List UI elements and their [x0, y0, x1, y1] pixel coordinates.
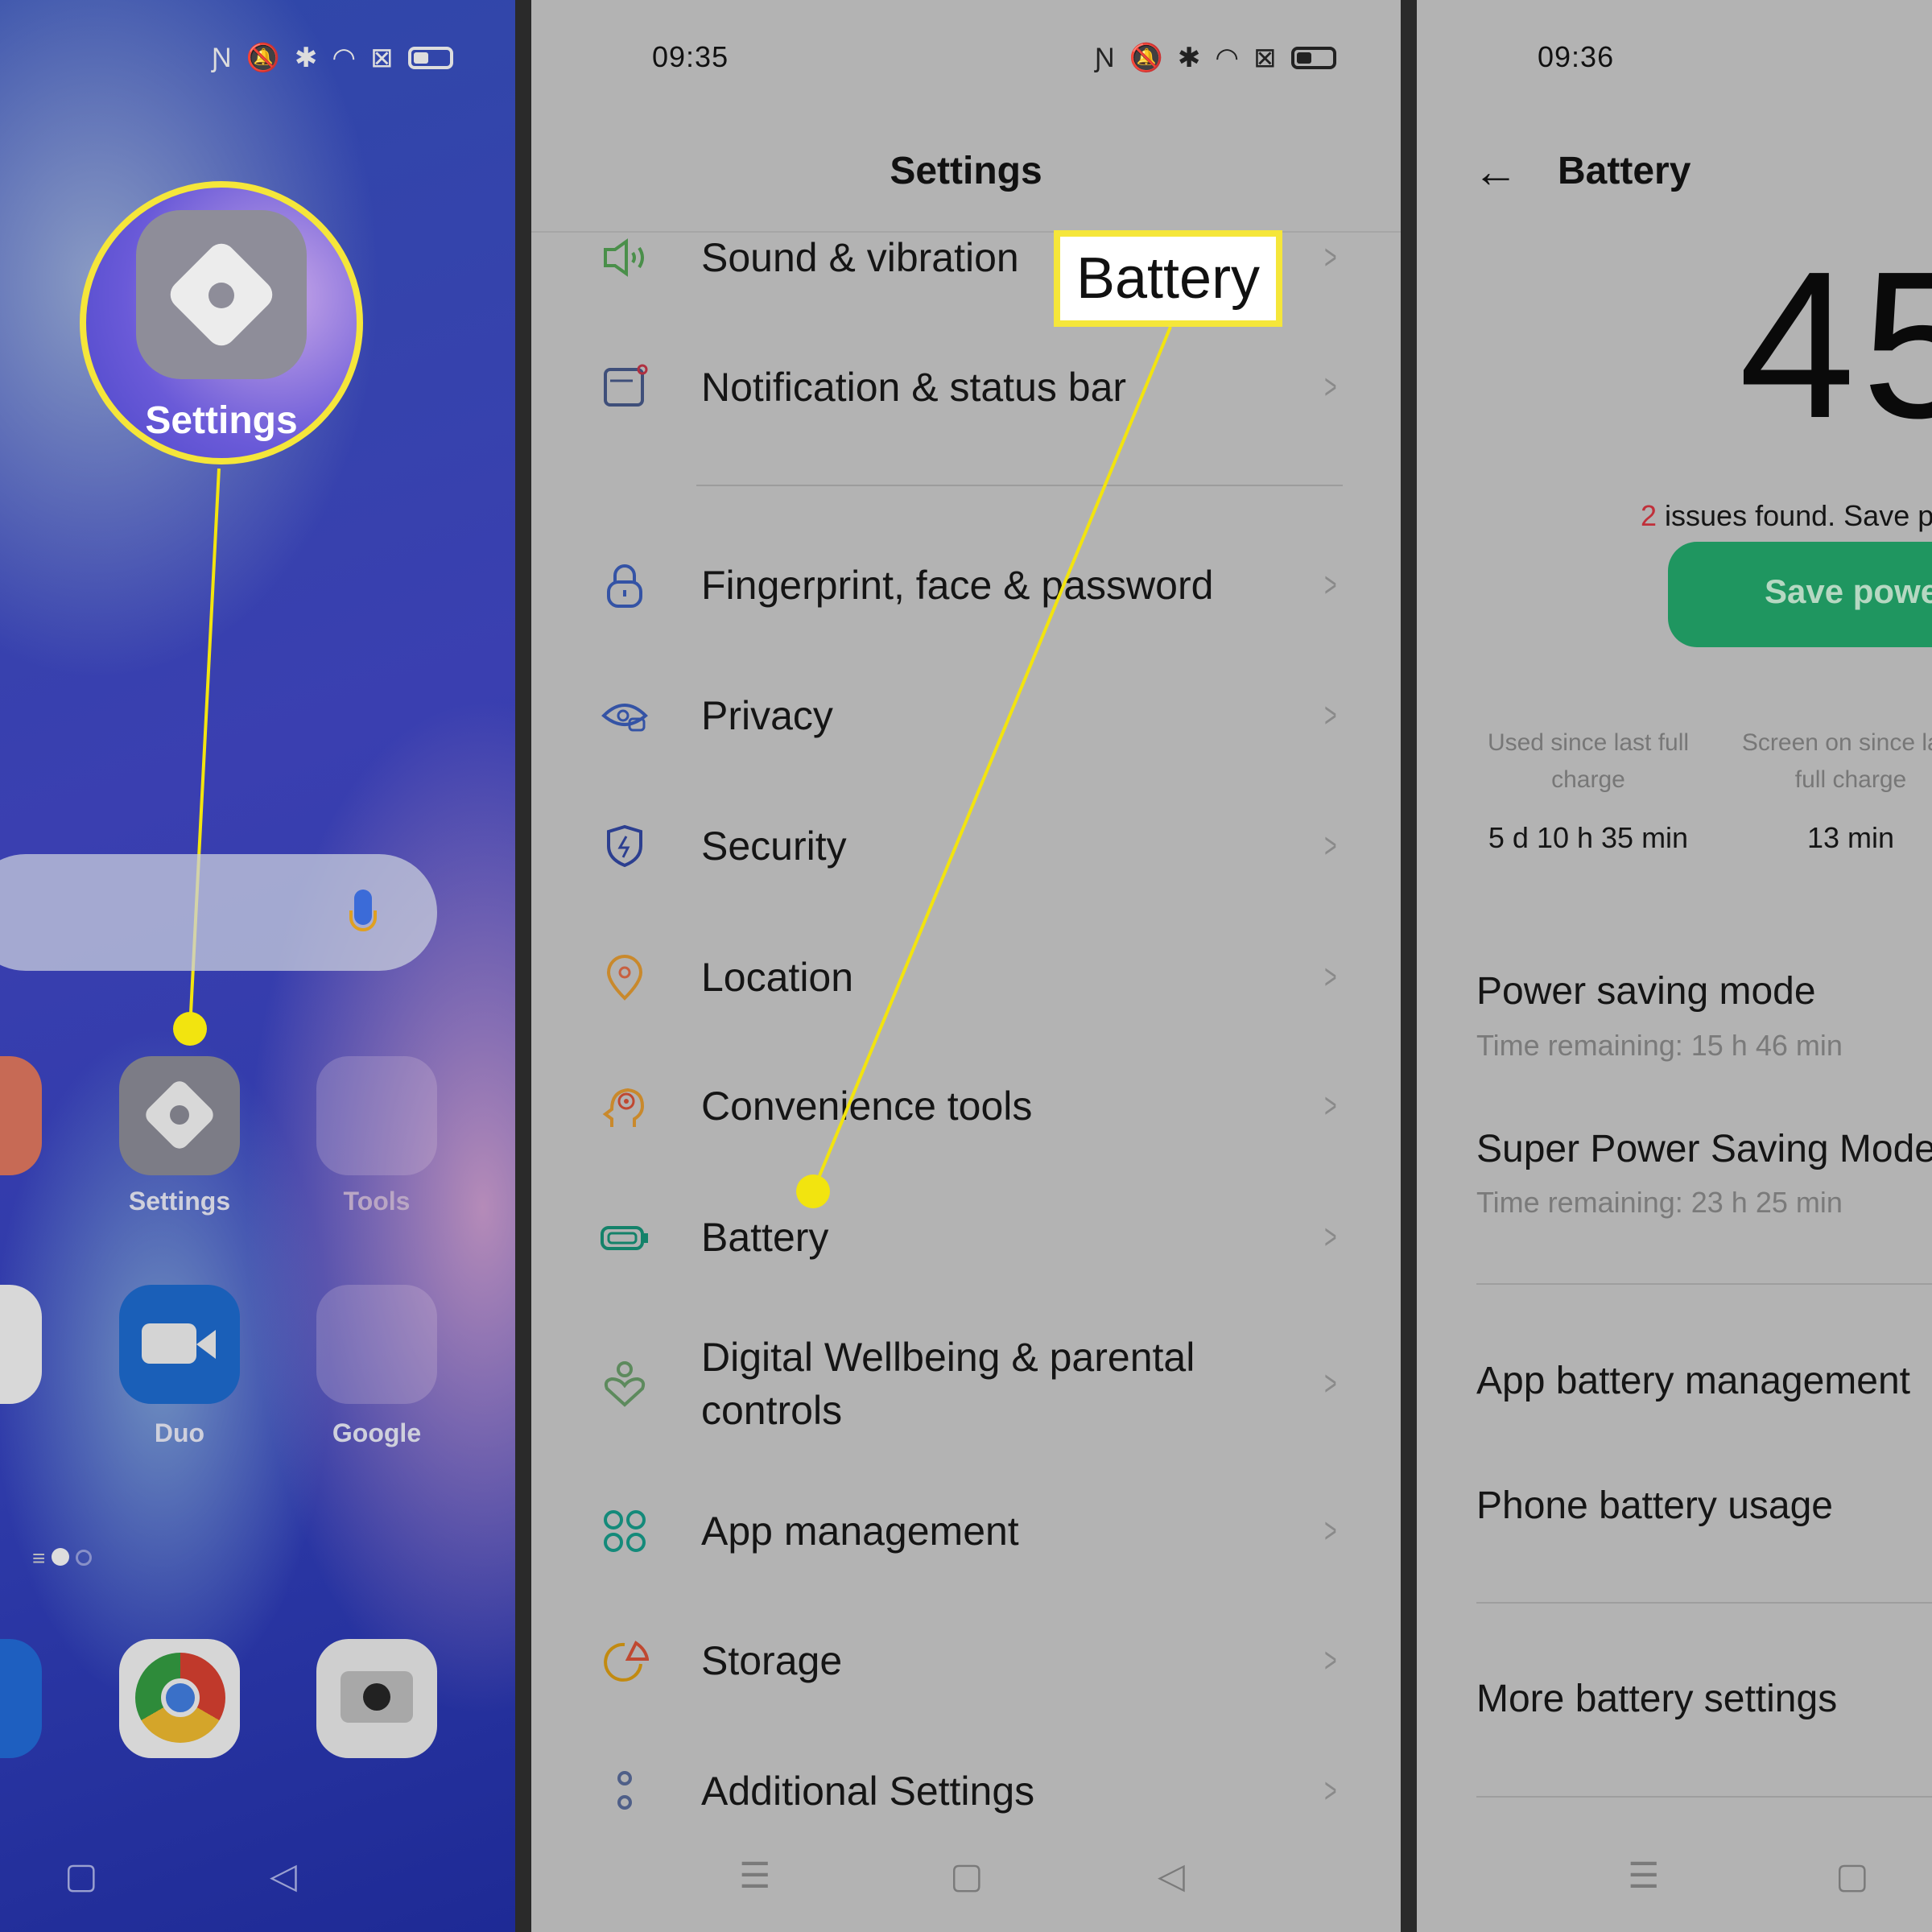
home-nav-button[interactable]: ▢	[1835, 1856, 1869, 1897]
app-battery-management[interactable]: App battery management	[1476, 1359, 1910, 1403]
save-power-button[interactable]: Save power	[1668, 542, 1932, 647]
video-camera-icon	[142, 1323, 196, 1364]
pointer-dot	[173, 1012, 207, 1046]
stat-value: 13 min	[1806, 821, 1895, 854]
settings-app-icon[interactable]	[119, 1056, 240, 1175]
pointer-dot	[796, 1174, 830, 1208]
pointer-line	[811, 326, 1172, 1192]
play-store-app-icon[interactable]	[0, 1285, 42, 1404]
messages-app-icon[interactable]	[0, 1639, 42, 1758]
chevron-right-icon: >	[1324, 1511, 1337, 1550]
divider	[1476, 1602, 1932, 1604]
app-label: os	[0, 1187, 16, 1216]
app-label[interactable]: Duo	[99, 1418, 260, 1448]
duo-app-icon[interactable]	[119, 1285, 240, 1404]
chevron-right-icon: >	[1324, 1771, 1337, 1810]
more-battery-settings[interactable]: More battery settings	[1476, 1677, 1837, 1721]
power-saving-time: Time remaining: 15 h 46 min	[1476, 1029, 1843, 1062]
settings-item-label: Storage	[701, 1638, 843, 1683]
settings-item-label: App management	[701, 1509, 1019, 1554]
issues-text: 2 issues found. Save p	[1641, 499, 1932, 533]
battery-callout: Battery	[1054, 230, 1282, 327]
settings-item-label: Digital Wellbeing & parental controls	[701, 1335, 1195, 1433]
person-heart-icon	[601, 1360, 649, 1408]
app-label[interactable]: Tools	[296, 1187, 457, 1216]
phone-battery-usage[interactable]: Phone battery usage	[1476, 1484, 1833, 1528]
issues-count: 2	[1641, 499, 1657, 532]
menu-nav-button[interactable]: ☰	[739, 1856, 770, 1897]
camera-app-icon[interactable]	[316, 1639, 437, 1758]
super-power-saving-mode[interactable]: Super Power Saving Mode	[1476, 1127, 1932, 1171]
stat-label: Screen on since last full charge	[1741, 729, 1932, 793]
chevron-right-icon: >	[1324, 1641, 1337, 1680]
back-nav-button[interactable]: ◁	[270, 1856, 297, 1897]
chevron-right-icon: >	[1324, 1364, 1337, 1403]
home-nav-button[interactable]: ▢	[64, 1856, 98, 1897]
menu-nav-button[interactable]: ☰	[1628, 1856, 1659, 1897]
divider	[1476, 1796, 1932, 1798]
back-nav-button[interactable]: ◁	[1158, 1856, 1185, 1897]
settings-item-label: Additional Settings	[701, 1769, 1035, 1814]
page-indicator[interactable]: ≡	[32, 1546, 92, 1571]
dots-icon	[601, 1767, 649, 1815]
battery-screen: 09:36 ← Battery 45 2 issues found. Save …	[1417, 0, 1932, 1932]
google-folder-icon[interactable]	[316, 1285, 437, 1404]
divider	[1476, 1283, 1932, 1285]
home-screen: Ɲ 🔕 ✱ ◠ ⊠ Settings os Settings Tools tor…	[0, 0, 515, 1932]
home-nav-button[interactable]: ▢	[950, 1856, 984, 1897]
search-bar[interactable]	[0, 854, 437, 971]
photos-app-icon[interactable]	[0, 1056, 42, 1175]
apps-grid-icon	[601, 1507, 649, 1555]
app-label[interactable]: Google	[296, 1418, 457, 1448]
battery-level: 45	[1739, 229, 1932, 462]
super-power-saving-time: Time remaining: 23 h 25 min	[1476, 1186, 1843, 1219]
stat-label: Used since last full charge	[1487, 729, 1690, 793]
page-title: Battery	[1558, 150, 1691, 192]
app-label[interactable]: Settings	[99, 1187, 260, 1216]
app-label: tore	[0, 1418, 40, 1448]
power-saving-mode[interactable]: Power saving mode	[1476, 969, 1816, 1013]
tools-folder-icon[interactable]	[316, 1056, 437, 1175]
back-arrow-icon[interactable]: ←	[1473, 145, 1518, 197]
chrome-app-icon[interactable]	[119, 1639, 240, 1758]
stat-value: 5 d 10 h 35 min	[1488, 821, 1689, 854]
issues-message: issues found. Save p	[1657, 499, 1932, 532]
status-time: 09:36	[1538, 40, 1615, 73]
pie-chart-icon	[601, 1637, 650, 1685]
